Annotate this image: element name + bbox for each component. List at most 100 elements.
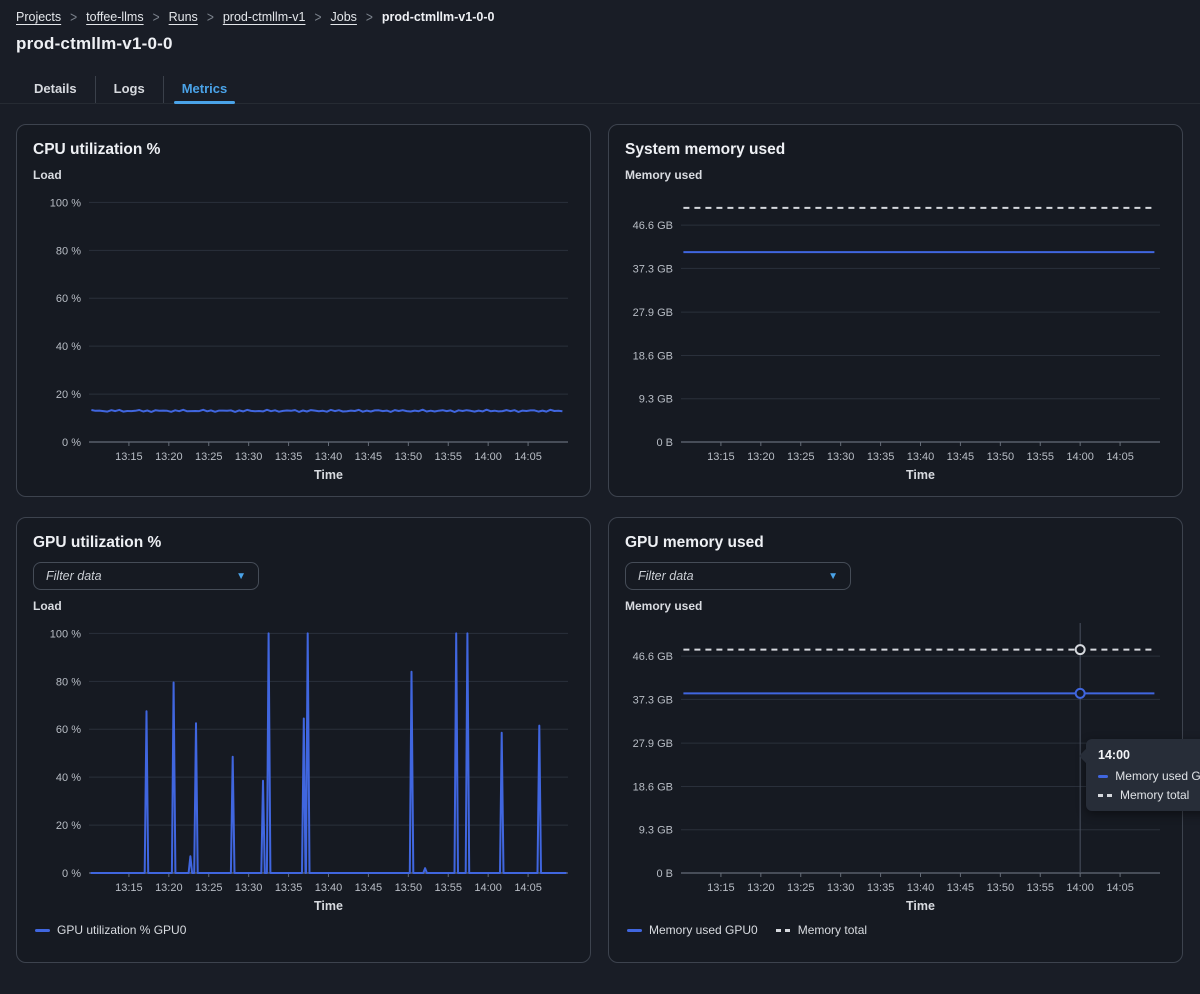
legend-item-memory-used[interactable]: Memory used GPU0: [627, 923, 758, 937]
svg-text:18.6 GB: 18.6 GB: [633, 350, 673, 362]
svg-text:20 %: 20 %: [56, 820, 81, 832]
svg-text:100 %: 100 %: [50, 197, 81, 209]
svg-text:40 %: 40 %: [56, 341, 81, 353]
breadcrumb-current: prod-ctmllm-v1-0-0: [382, 10, 495, 24]
breadcrumb-link-project[interactable]: toffee-llms: [86, 10, 143, 24]
system-memory-chart[interactable]: 46.6 GB 37.3 GB 27.9 GB 18.6 GB 9.3 GB 0 B 13:…: [625, 184, 1166, 486]
svg-text:0 B: 0 B: [656, 437, 673, 449]
tab-details[interactable]: Details: [16, 76, 95, 103]
svg-text:37.3 GB: 37.3 GB: [633, 694, 673, 706]
svg-text:13:55: 13:55: [1026, 451, 1054, 463]
y-axis-title: Memory used: [625, 168, 1166, 182]
svg-text:13:20: 13:20: [155, 882, 183, 894]
svg-text:13:40: 13:40: [907, 451, 935, 463]
system-memory-card: System memory used Memory used 46.6 GB 37…: [608, 124, 1183, 497]
svg-text:9.3 GB: 9.3 GB: [639, 394, 673, 406]
gpu-utilization-chart[interactable]: 100 % 80 % 60 % 40 % 20 % 0 % 13:15 13:20 13:25 1…: [33, 615, 574, 917]
svg-text:14:00: 14:00: [1066, 451, 1094, 463]
svg-text:46.6 GB: 46.6 GB: [633, 220, 673, 232]
chart-title: System memory used: [625, 141, 1166, 159]
svg-text:20 %: 20 %: [56, 389, 81, 401]
svg-text:Time: Time: [314, 899, 343, 913]
svg-text:80 %: 80 %: [56, 676, 81, 688]
svg-text:13:40: 13:40: [315, 451, 343, 463]
series-solid-swatch-icon: [35, 929, 50, 932]
breadcrumb-link-run[interactable]: prod-ctmllm-v1: [223, 10, 306, 24]
chart-title: GPU utilization %: [33, 534, 574, 552]
svg-text:Time: Time: [314, 468, 343, 482]
svg-text:13:25: 13:25: [195, 882, 223, 894]
legend-label: GPU utilization % GPU0: [57, 923, 186, 937]
svg-text:14:05: 14:05: [514, 882, 542, 894]
chart-title: GPU memory used: [625, 534, 1166, 552]
tab-logs[interactable]: Logs: [95, 76, 163, 103]
svg-text:13:40: 13:40: [315, 882, 343, 894]
svg-text:13:35: 13:35: [275, 882, 303, 894]
chevron-down-icon: ▼: [236, 571, 246, 582]
svg-text:80 %: 80 %: [56, 245, 81, 257]
svg-text:13:25: 13:25: [787, 882, 815, 894]
series-solid-swatch-icon: [627, 929, 642, 932]
gpu-utilization-card: GPU utilization % Filter data ▼ Load 100…: [16, 517, 591, 963]
svg-text:13:25: 13:25: [195, 451, 223, 463]
svg-text:60 %: 60 %: [56, 293, 81, 305]
breadcrumb-link-runs[interactable]: Runs: [169, 10, 198, 24]
chart-title: CPU utilization %: [33, 141, 574, 159]
y-axis-title: Load: [33, 599, 574, 613]
filter-data-dropdown[interactable]: Filter data ▼: [625, 562, 851, 590]
svg-text:18.6 GB: 18.6 GB: [633, 781, 673, 793]
svg-text:13:30: 13:30: [827, 882, 855, 894]
tab-metrics[interactable]: Metrics: [163, 76, 246, 103]
legend-item-memory-total[interactable]: Memory total: [776, 923, 867, 937]
breadcrumb-separator-icon: >: [70, 9, 77, 26]
svg-text:60 %: 60 %: [56, 724, 81, 736]
svg-text:13:50: 13:50: [395, 882, 423, 894]
series-dashed-swatch-icon: [1098, 794, 1113, 797]
page-title: prod-ctmllm-v1-0-0: [16, 34, 173, 54]
filter-placeholder: Filter data: [46, 569, 102, 583]
svg-text:27.9 GB: 27.9 GB: [633, 307, 673, 319]
series-dashed-swatch-icon: [776, 929, 791, 932]
svg-text:13:45: 13:45: [355, 882, 383, 894]
svg-text:0 %: 0 %: [62, 868, 81, 880]
breadcrumb-link-projects[interactable]: Projects: [16, 10, 61, 24]
tooltip-time: 14:00: [1098, 748, 1200, 762]
y-axis-title: Memory used: [625, 599, 1166, 613]
breadcrumb-separator-icon: >: [207, 9, 214, 26]
breadcrumb-link-jobs[interactable]: Jobs: [331, 10, 357, 24]
svg-text:13:15: 13:15: [115, 451, 143, 463]
svg-text:13:15: 13:15: [707, 882, 735, 894]
breadcrumb-separator-icon: >: [153, 9, 160, 26]
svg-text:13:50: 13:50: [987, 451, 1015, 463]
cpu-utilization-chart[interactable]: 100 %80 %60 %40 %20 %0 %13:1513:2013:251…: [33, 184, 574, 486]
svg-text:14:05: 14:05: [514, 451, 542, 463]
svg-text:Time: Time: [906, 899, 935, 913]
svg-text:13:30: 13:30: [827, 451, 855, 463]
chevron-down-icon: ▼: [828, 571, 838, 582]
svg-text:13:35: 13:35: [867, 451, 895, 463]
svg-text:40 %: 40 %: [56, 772, 81, 784]
svg-text:13:20: 13:20: [747, 451, 775, 463]
svg-text:13:15: 13:15: [707, 451, 735, 463]
svg-text:13:15: 13:15: [115, 882, 143, 894]
svg-text:37.3 GB: 37.3 GB: [633, 263, 673, 275]
filter-placeholder: Filter data: [638, 569, 694, 583]
breadcrumb-separator-icon: >: [314, 9, 321, 26]
legend-label: Memory used GPU0: [649, 923, 758, 937]
svg-text:13:40: 13:40: [907, 882, 935, 894]
filter-data-dropdown[interactable]: Filter data ▼: [33, 562, 259, 590]
svg-text:13:20: 13:20: [155, 451, 183, 463]
svg-text:13:45: 13:45: [947, 451, 975, 463]
gpu-memory-chart[interactable]: 46.6 GB37.3 GB27.9 GB18.6 GB9.3 GB0 B13:…: [625, 615, 1166, 917]
svg-text:14:00: 14:00: [474, 451, 502, 463]
svg-text:14:05: 14:05: [1106, 451, 1134, 463]
svg-text:100 %: 100 %: [50, 628, 81, 640]
svg-text:Time: Time: [906, 468, 935, 482]
svg-text:14:05: 14:05: [1106, 882, 1134, 894]
svg-text:13:50: 13:50: [987, 882, 1015, 894]
legend-item-gpu-utilization[interactable]: GPU utilization % GPU0: [35, 923, 186, 937]
svg-text:13:25: 13:25: [787, 451, 815, 463]
svg-text:13:20: 13:20: [747, 882, 775, 894]
svg-text:9.3 GB: 9.3 GB: [639, 825, 673, 837]
tooltip-label: Memory used GPU0: [1115, 769, 1200, 783]
